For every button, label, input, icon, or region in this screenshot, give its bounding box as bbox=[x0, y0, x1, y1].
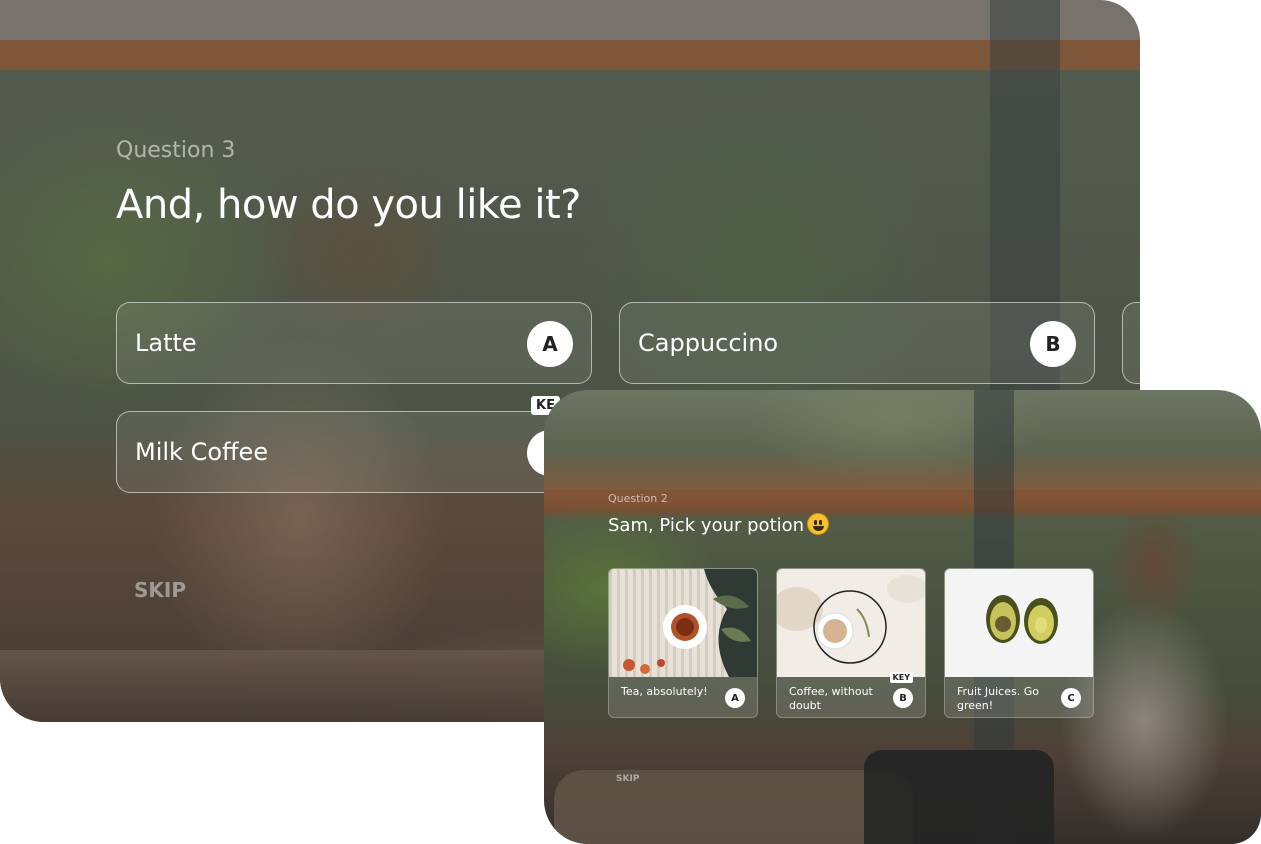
option-key-badge: B bbox=[893, 688, 913, 708]
grinning-face-icon bbox=[807, 513, 830, 535]
tea-photo bbox=[609, 569, 757, 677]
avocado-photo bbox=[945, 569, 1093, 677]
option-key-badge: C bbox=[1061, 688, 1081, 708]
option-label: Latte bbox=[135, 329, 197, 357]
question-number: Question 2 bbox=[608, 492, 668, 505]
option-label: Milk Coffee bbox=[135, 438, 269, 466]
option-latte[interactable]: Latte A bbox=[116, 302, 592, 384]
option-label: Tea, absolutely! bbox=[621, 685, 708, 698]
skip-button[interactable]: SKIP bbox=[616, 774, 639, 784]
option-key-badge: B bbox=[1030, 321, 1076, 367]
option-partial[interactable] bbox=[1122, 302, 1140, 384]
option-coffee[interactable]: KEY Coffee, without doubt B bbox=[776, 568, 926, 718]
keyboard-hint: KEY bbox=[889, 672, 913, 683]
question-2-card: Question 2 Sam, Pick your potion Tea, ab… bbox=[544, 390, 1261, 844]
coffee-photo bbox=[777, 569, 925, 677]
option-fruit-juices[interactable]: Fruit Juices. Go green! C bbox=[944, 568, 1094, 718]
option-label: Fruit Juices. Go green! bbox=[957, 685, 1039, 712]
question-number: Question 3 bbox=[116, 138, 236, 163]
option-label: Coffee, without doubt bbox=[789, 685, 873, 712]
option-tea[interactable]: Tea, absolutely! A bbox=[608, 568, 758, 718]
showcase-stage: Question 3 And, how do you like it? Latt… bbox=[0, 0, 1261, 844]
option-key-badge: A bbox=[725, 688, 745, 708]
option-milk-coffee[interactable]: Milk Coffee bbox=[116, 411, 592, 493]
option-cappuccino[interactable]: Cappuccino B bbox=[619, 302, 1095, 384]
question-title: And, how do you like it? bbox=[116, 182, 581, 228]
question-title-text: Sam, Pick your potion bbox=[608, 515, 805, 536]
question-title: Sam, Pick your potion bbox=[608, 513, 830, 536]
skip-button[interactable]: SKIP bbox=[134, 578, 186, 602]
option-label: Cappuccino bbox=[638, 329, 779, 357]
option-key-badge: A bbox=[527, 321, 573, 367]
